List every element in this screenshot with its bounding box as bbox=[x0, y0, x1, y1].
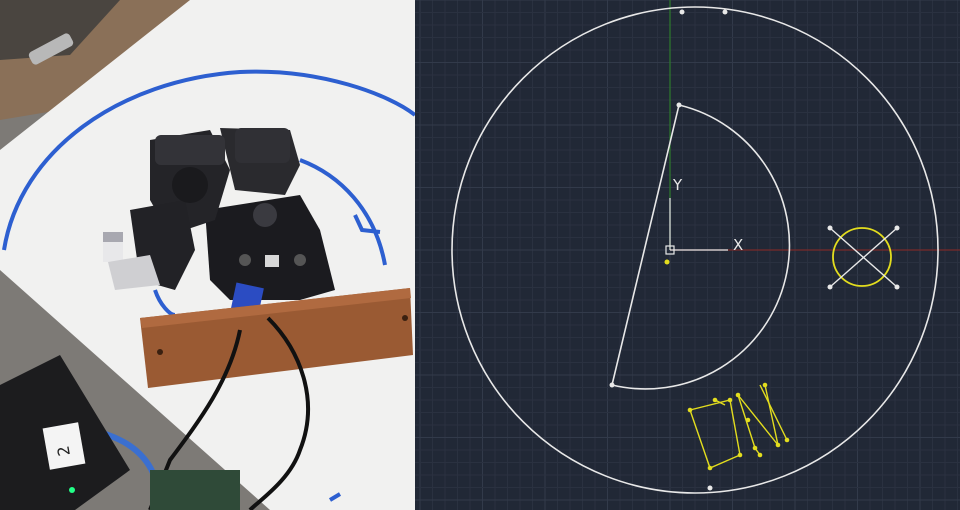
usb-label: 2 bbox=[42, 422, 86, 470]
grid bbox=[415, 0, 960, 510]
dn-annotation-text: DN bbox=[715, 439, 717, 441]
robot-arm-photo: 2 bbox=[0, 0, 415, 510]
ucs-icon bbox=[665, 198, 728, 255]
photo-canvas: 2 bbox=[0, 0, 415, 510]
ucs-x-label: X bbox=[733, 236, 743, 254]
circuit-board bbox=[150, 470, 240, 510]
ucs-y-label: Y bbox=[672, 176, 683, 194]
cad-canvas[interactable]: Y X DN bbox=[415, 0, 960, 510]
inner-arc[interactable] bbox=[611, 104, 791, 390]
cad-viewport[interactable]: Y X DN bbox=[415, 0, 960, 510]
composite-image: 2 Y X DN bbox=[0, 0, 960, 510]
origin-marker bbox=[664, 259, 670, 265]
selected-point-circle[interactable] bbox=[827, 225, 900, 290]
